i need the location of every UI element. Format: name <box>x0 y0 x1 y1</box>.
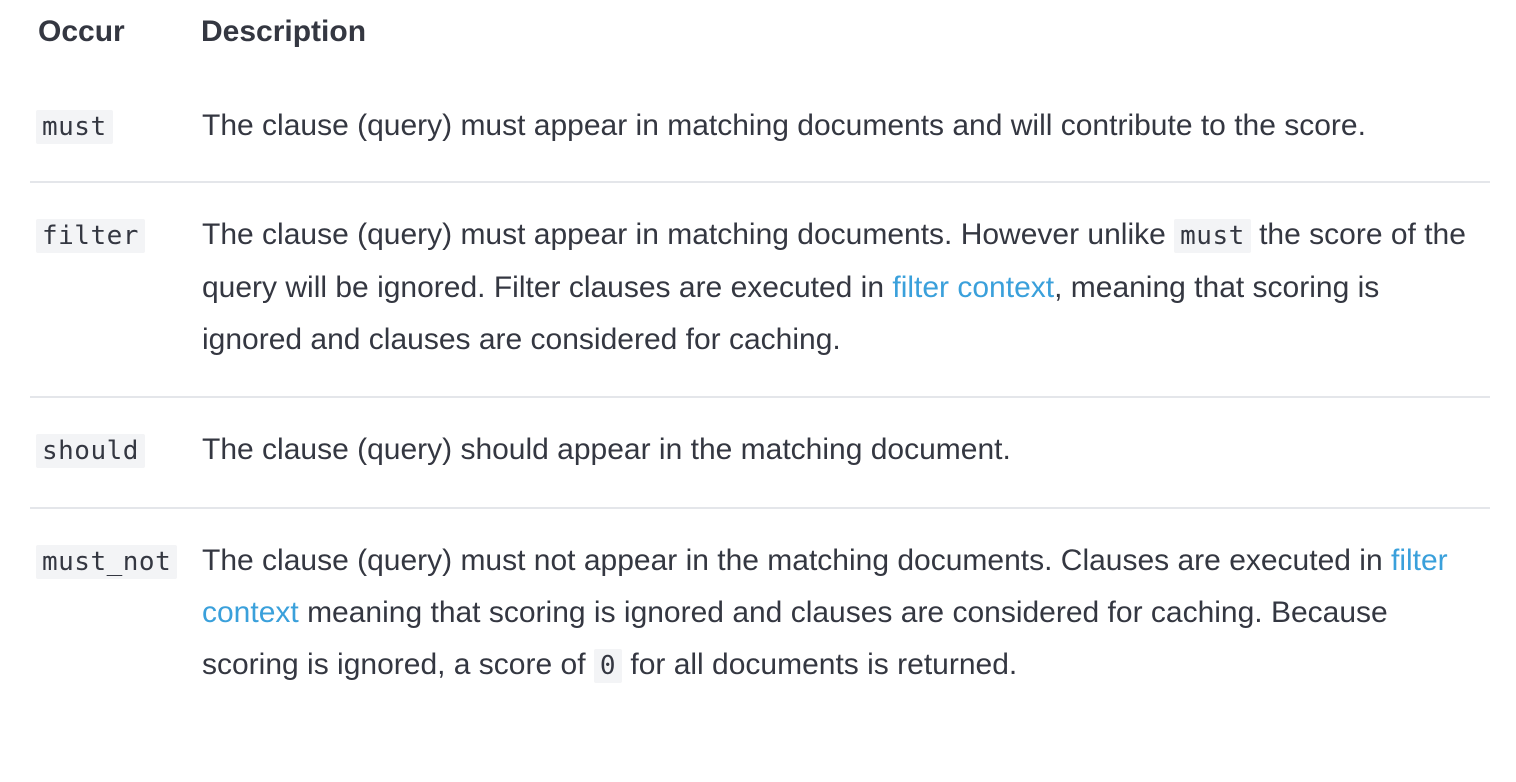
occur-cell: must_not <box>30 508 201 712</box>
occurrence-table: Occur Description must The clause (query… <box>30 0 1490 712</box>
table-row-filter: filter The clause (query) must appear in… <box>30 182 1490 397</box>
description-text: The clause (query) must not appear in th… <box>202 544 1391 577</box>
description-text: for all documents is returned. <box>622 648 1018 681</box>
table-row-must-not: must_not The clause (query) must not app… <box>30 508 1490 712</box>
occur-cell: must <box>30 86 201 182</box>
description-cell: The clause (query) must not appear in th… <box>201 508 1490 712</box>
occur-code-must-not: must_not <box>36 545 178 579</box>
inline-code-must: must <box>1174 219 1251 253</box>
description-text: The clause (query) should appear in the … <box>202 433 1011 466</box>
occur-cell: filter <box>30 182 201 397</box>
table-header-row: Occur Description <box>30 0 1490 86</box>
occur-code-must: must <box>36 110 113 144</box>
occur-cell: should <box>30 397 201 508</box>
header-description: Description <box>201 15 367 48</box>
description-text: The clause (query) must appear in matchi… <box>202 218 1175 251</box>
description-cell: The clause (query) must appear in matchi… <box>201 182 1490 397</box>
filter-context-link[interactable]: filter context <box>892 271 1054 304</box>
description-cell: The clause (query) should appear in the … <box>201 397 1490 508</box>
table-row-must: must The clause (query) must appear in m… <box>30 86 1490 182</box>
occur-description-table: Occur Description must The clause (query… <box>30 0 1490 712</box>
description-text: The clause (query) must appear in matchi… <box>202 109 1366 142</box>
header-occur: Occur <box>38 15 125 48</box>
occur-code-should: should <box>36 434 145 468</box>
inline-code-zero: 0 <box>593 649 623 683</box>
description-cell: The clause (query) must appear in matchi… <box>201 86 1490 182</box>
table-row-should: should The clause (query) should appear … <box>30 397 1490 508</box>
occur-code-filter: filter <box>36 219 145 253</box>
